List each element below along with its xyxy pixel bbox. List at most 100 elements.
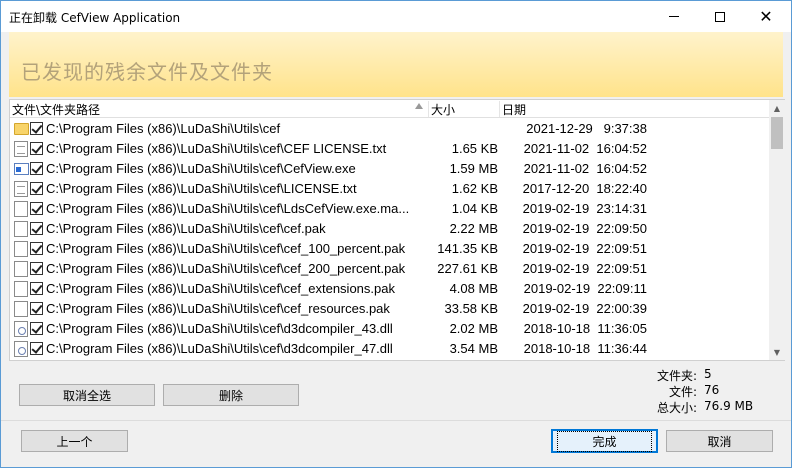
files-count-value: 76 <box>704 383 720 397</box>
footer-divider <box>1 420 791 421</box>
row-date: 2017-12-20 18:22:40 <box>522 181 647 196</box>
window-title: 正在卸载 CefView Application <box>9 11 181 25</box>
row-checkbox[interactable] <box>30 342 43 355</box>
list-rows: C:\Program Files (x86)\LuDaShi\Utils\cef… <box>10 119 769 361</box>
row-path: C:\Program Files (x86)\LuDaShi\Utils\cef… <box>46 341 393 356</box>
close-button[interactable]: ✕ <box>743 1 789 32</box>
row-size: 33.58 KB <box>444 301 499 316</box>
row-checkbox[interactable] <box>30 302 43 315</box>
row-path: C:\Program Files (x86)\LuDaShi\Utils\cef… <box>46 321 393 336</box>
row-date: 2019-02-19 23:14:31 <box>522 201 647 216</box>
list-header: 文件\文件夹路径 大小 日期 <box>10 100 769 118</box>
row-size: 2.22 MB <box>449 221 498 236</box>
column-header-date-label: 日期 <box>502 103 527 117</box>
text-file-icon <box>14 141 28 157</box>
scroll-up-icon[interactable]: ▲ <box>769 100 785 116</box>
column-header-date[interactable]: 日期 <box>500 101 650 117</box>
scroll-down-icon[interactable]: ▼ <box>769 344 785 360</box>
table-row[interactable]: C:\Program Files (x86)\LuDaShi\Utils\cef… <box>10 299 769 319</box>
folders-count-label: 文件夹: <box>656 369 697 383</box>
finish-button[interactable]: 完成 <box>551 429 658 453</box>
row-checkbox[interactable] <box>30 242 43 255</box>
row-path: C:\Program Files (x86)\LuDaShi\Utils\cef… <box>46 161 356 176</box>
column-header-path-label: 文件\文件夹路径 <box>12 103 101 117</box>
row-path: C:\Program Files (x86)\LuDaShi\Utils\cef… <box>46 281 395 296</box>
header-banner: 已发现的残余文件及文件夹 <box>9 32 783 97</box>
row-checkbox[interactable] <box>30 222 43 235</box>
vertical-scrollbar[interactable]: ▲ ▼ <box>769 100 785 360</box>
row-path: C:\Program Files (x86)\LuDaShi\Utils\cef… <box>46 201 410 216</box>
scrollbar-thumb[interactable] <box>771 117 783 149</box>
row-checkbox[interactable] <box>30 262 43 275</box>
row-path: C:\Program Files (x86)\LuDaShi\Utils\cef… <box>46 261 406 276</box>
table-row[interactable]: C:\Program Files (x86)\LuDaShi\Utils\cef… <box>10 239 769 259</box>
folders-count-value: 5 <box>704 367 712 381</box>
row-checkbox[interactable] <box>30 122 43 135</box>
table-row[interactable]: C:\Program Files (x86)\LuDaShi\Utils\cef… <box>10 259 769 279</box>
maximize-icon <box>715 11 725 22</box>
row-checkbox[interactable] <box>30 142 43 155</box>
blank-file-icon <box>14 201 28 217</box>
deselect-all-button[interactable]: 取消全选 <box>19 384 155 406</box>
row-size: 2.02 MB <box>449 321 498 336</box>
row-date: 2018-10-18 11:36:05 <box>523 321 647 336</box>
back-label: 上一个 <box>56 434 93 449</box>
row-size: 227.61 KB <box>437 261 498 276</box>
sort-ascending-icon <box>415 103 423 109</box>
blank-file-icon <box>14 261 28 277</box>
close-icon: ✕ <box>759 6 773 26</box>
folder-icon <box>14 123 29 135</box>
cancel-label: 取消 <box>707 434 732 449</box>
table-row[interactable]: C:\Program Files (x86)\LuDaShi\Utils\cef… <box>10 279 769 299</box>
row-date: 2019-02-19 22:09:11 <box>523 281 647 296</box>
text-file-icon <box>14 181 28 197</box>
uninstall-window: 正在卸载 CefView Application ✕ 已发现的残余文件及文件夹 … <box>0 0 792 468</box>
row-checkbox[interactable] <box>30 182 43 195</box>
table-row[interactable]: C:\Program Files (x86)\LuDaShi\Utils\cef… <box>10 199 769 219</box>
deselect-all-label: 取消全选 <box>62 388 111 403</box>
delete-label: 删除 <box>218 388 243 403</box>
cancel-button[interactable]: 取消 <box>666 430 773 452</box>
row-date: 2019-02-19 22:09:51 <box>522 241 647 256</box>
row-date: 2021-11-02 16:04:52 <box>523 161 647 176</box>
table-row[interactable]: C:\Program Files (x86)\LuDaShi\Utils\cef… <box>10 139 769 159</box>
blank-file-icon <box>14 221 28 237</box>
total-size-label: 总大小: <box>656 401 697 415</box>
row-date: 2021-11-02 16:04:52 <box>523 141 647 156</box>
row-checkbox[interactable] <box>30 162 43 175</box>
minimize-icon <box>669 16 679 17</box>
row-checkbox[interactable] <box>30 282 43 295</box>
delete-button[interactable]: 删除 <box>163 384 299 406</box>
exe-file-icon <box>14 163 29 175</box>
table-row[interactable]: C:\Program Files (x86)\LuDaShi\Utils\cef… <box>10 159 769 179</box>
dll-file-icon <box>14 341 28 357</box>
table-row[interactable]: C:\Program Files (x86)\LuDaShi\Utils\cef… <box>10 119 769 139</box>
row-size: 1.04 KB <box>451 201 498 216</box>
minimize-button[interactable] <box>651 1 697 32</box>
row-size: 141.35 KB <box>437 241 498 256</box>
row-path: C:\Program Files (x86)\LuDaShi\Utils\cef… <box>46 301 390 316</box>
row-date: 2019-02-19 22:00:39 <box>522 301 647 316</box>
blank-file-icon <box>14 281 28 297</box>
table-row[interactable]: C:\Program Files (x86)\LuDaShi\Utils\cef… <box>10 319 769 339</box>
column-header-size[interactable]: 大小 <box>429 101 500 117</box>
table-row[interactable]: C:\Program Files (x86)\LuDaShi\Utils\cef… <box>10 219 769 239</box>
total-size-value: 76.9 MB <box>704 399 754 413</box>
row-checkbox[interactable] <box>30 202 43 215</box>
row-path: C:\Program Files (x86)\LuDaShi\Utils\cef… <box>46 241 406 256</box>
row-size: 4.08 MB <box>449 281 498 296</box>
row-size: 1.59 MB <box>449 161 498 176</box>
table-row[interactable]: C:\Program Files (x86)\LuDaShi\Utils\cef… <box>10 339 769 359</box>
finish-label: 完成 <box>557 430 652 452</box>
page-title: 已发现的残余文件及文件夹 <box>21 60 273 84</box>
leftover-files-list[interactable]: 文件\文件夹路径 大小 日期 C:\Program Files (x86)\Lu… <box>9 99 785 361</box>
row-checkbox[interactable] <box>30 322 43 335</box>
maximize-button[interactable] <box>697 1 743 32</box>
row-date: 2021-12-29 9:37:38 <box>526 121 647 136</box>
row-path: C:\Program Files (x86)\LuDaShi\Utils\cef… <box>46 181 357 196</box>
column-header-path[interactable]: 文件\文件夹路径 <box>10 101 429 117</box>
back-button[interactable]: 上一个 <box>21 430 128 452</box>
files-count-label: 文件: <box>668 385 697 399</box>
row-date: 2019-02-19 22:09:50 <box>522 221 647 236</box>
table-row[interactable]: C:\Program Files (x86)\LuDaShi\Utils\cef… <box>10 179 769 199</box>
